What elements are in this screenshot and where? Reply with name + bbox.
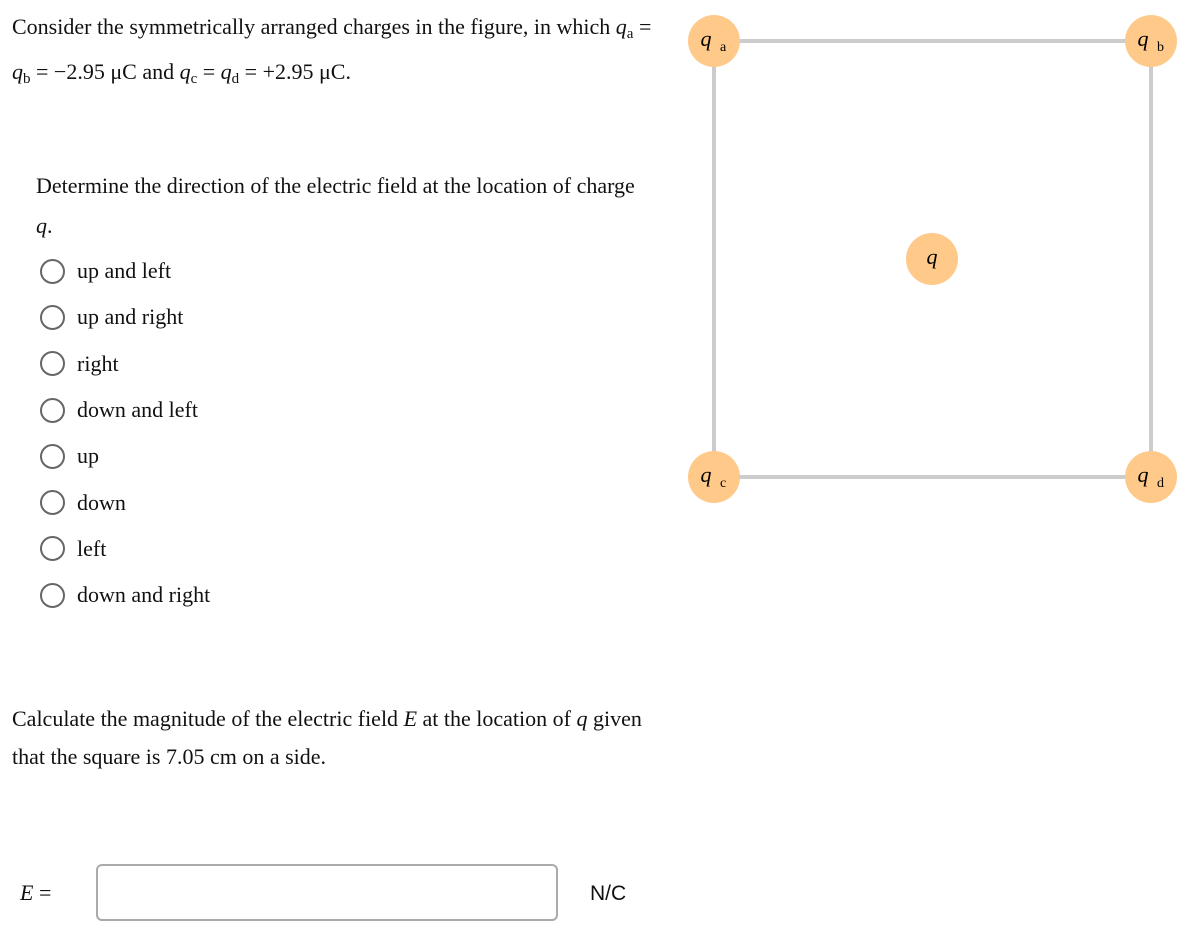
charge-subscript: a [720, 40, 727, 55]
charge-label: q [1138, 26, 1149, 51]
charge-label: q [1138, 462, 1149, 487]
charge-circle [1125, 15, 1177, 67]
charge-label: q [701, 462, 712, 487]
charge-subscript: d [1157, 476, 1164, 491]
charge-b: qb [1125, 15, 1177, 67]
charge-d: qd [1125, 451, 1177, 503]
charge-c: qc [688, 451, 740, 503]
charge-subscript: b [1157, 40, 1164, 55]
charge-circle [1125, 451, 1177, 503]
charge-subscript: c [720, 476, 726, 491]
charge-figure: q a q bq c q dq [688, 15, 1177, 503]
charge-circle [688, 15, 740, 67]
charge-label: q [701, 26, 712, 51]
charge-circle [688, 451, 740, 503]
charge-q: q [906, 233, 958, 285]
charge-label: q [927, 244, 938, 269]
charge-a: qa [688, 15, 740, 67]
